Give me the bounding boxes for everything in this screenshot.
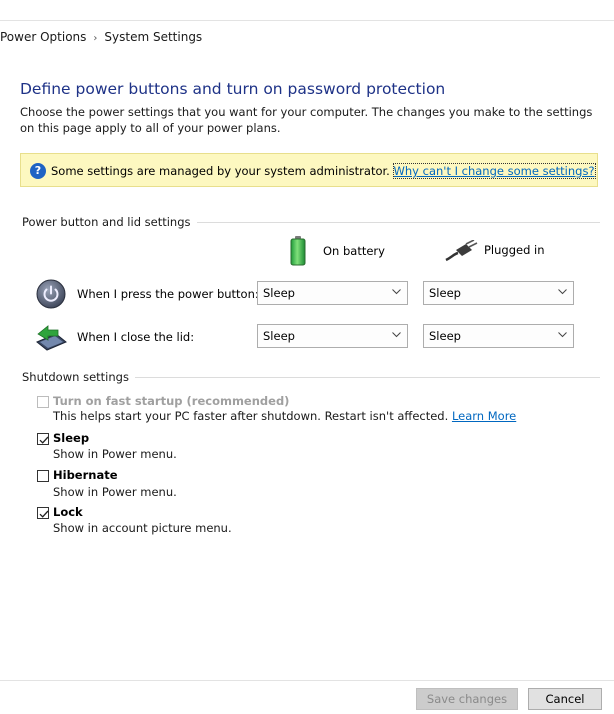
plug-icon [444,239,478,262]
lid-close-label: When I close the lid: [77,330,195,344]
lid-close-battery-value: Sleep [263,329,295,343]
power-button-label: When I press the power button: [77,287,259,301]
laptop-lid-icon [34,320,68,352]
cancel-button[interactable]: Cancel [528,688,602,710]
lid-close-plugged-dropdown[interactable]: Sleep [423,324,574,348]
breadcrumb-power-options[interactable]: Power Options [0,30,86,44]
power-button-battery-dropdown[interactable]: Sleep [257,281,408,305]
learn-more-link[interactable]: Learn More [452,409,516,423]
fast-startup-checkbox[interactable] [37,396,49,408]
fast-startup-title: Turn on fast startup (recommended) [53,394,290,408]
power-button-icon [36,279,66,309]
shutdown-section-label: Shutdown settings [22,370,135,384]
power-section-label: Power button and lid settings [22,215,197,229]
power-button-battery-value: Sleep [263,286,295,300]
sleep-checkbox[interactable] [37,433,49,445]
battery-icon [290,236,306,266]
plugged-in-header: Plugged in [484,243,545,257]
info-text-line: Some settings are managed by your system… [51,163,596,179]
page-description: Choose the power settings that you want … [20,105,593,135]
lock-checkbox[interactable] [37,507,49,519]
checkmark-icon [39,510,49,518]
lock-description: Show in account picture menu. [53,521,232,535]
breadcrumb-system-settings: System Settings [104,30,203,44]
save-changes-button[interactable]: Save changes [416,688,518,710]
hibernate-title: Hibernate [53,468,118,482]
chevron-down-icon [558,289,567,295]
chevron-down-icon [558,332,567,338]
power-button-plugged-value: Sleep [429,286,461,300]
sleep-title: Sleep [53,431,90,445]
lid-close-plugged-value: Sleep [429,329,461,343]
hibernate-checkbox[interactable] [37,470,49,482]
power-button-plugged-dropdown[interactable]: Sleep [423,281,574,305]
hibernate-description: Show in Power menu. [53,485,177,499]
info-message: Some settings are managed by your system… [51,164,390,178]
lock-title: Lock [53,505,83,519]
why-cant-i-change-link[interactable]: Why can't I change some settings? [392,163,596,179]
lid-close-battery-dropdown[interactable]: Sleep [257,324,408,348]
checkmark-icon [39,436,49,444]
on-battery-header: On battery [323,244,385,258]
fast-startup-description: This helps start your PC faster after sh… [53,409,449,423]
fast-startup-description-line: This helps start your PC faster after sh… [53,409,516,423]
top-divider [0,20,614,21]
footer-divider [0,680,614,681]
question-icon: ? [30,163,46,179]
chevron-down-icon [392,332,401,338]
breadcrumb-separator: › [93,33,98,44]
sleep-description: Show in Power menu. [53,447,177,461]
breadcrumb: Power Options › System Settings [0,30,202,44]
admin-info-bar: ? Some settings are managed by your syst… [20,153,598,187]
chevron-down-icon [392,289,401,295]
page-title: Define power buttons and turn on passwor… [20,80,446,98]
